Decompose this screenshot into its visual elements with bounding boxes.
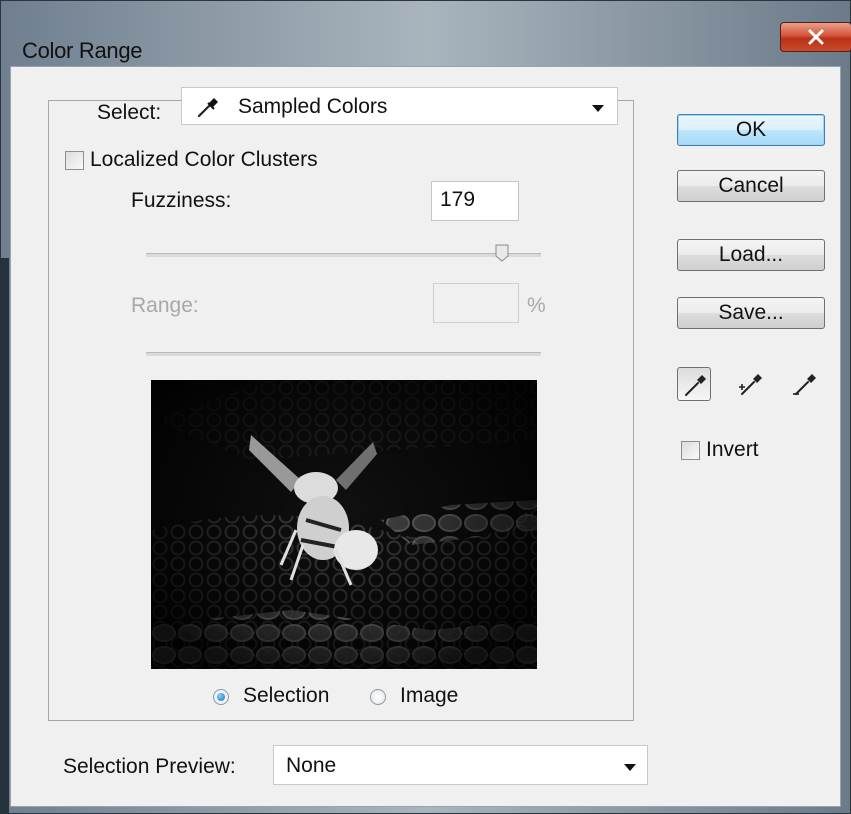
selection-radio-label: Selection <box>243 684 330 707</box>
selection-preview-label: Selection Preview: <box>63 755 236 778</box>
eyedropper-icon <box>685 375 706 396</box>
range-input[interactable] <box>433 283 519 323</box>
close-icon <box>808 29 824 45</box>
localized-clusters-label: Localized Color Clusters <box>90 148 318 171</box>
image-radio[interactable] <box>370 689 386 705</box>
cancel-button[interactable]: Cancel <box>677 170 825 202</box>
selection-preview-value: None <box>286 754 337 777</box>
selection-radio[interactable] <box>213 689 229 705</box>
window-title: Color Range <box>22 38 143 63</box>
invert-checkbox[interactable] <box>681 441 700 460</box>
eyedropper-icon <box>197 98 218 118</box>
chevron-down-icon <box>592 105 604 112</box>
dialog-body: Select: Sampled Colors Localized Color C… <box>10 66 841 807</box>
ok-button[interactable]: OK <box>677 114 825 146</box>
invert-label: Invert <box>706 438 759 461</box>
fuzziness-slider-thumb[interactable] <box>495 244 509 262</box>
range-slider-track[interactable] <box>146 352 541 356</box>
eyedropper-minus-tool[interactable] <box>787 367 821 401</box>
save-button[interactable]: Save... <box>677 297 825 329</box>
load-button[interactable]: Load... <box>677 239 825 271</box>
eyedropper-minus-icon <box>793 374 816 395</box>
select-label: Select: <box>93 101 166 125</box>
range-unit: % <box>527 294 546 317</box>
selection-preview-image <box>151 380 537 669</box>
localized-clusters-checkbox[interactable] <box>65 151 84 170</box>
title-bar[interactable]: Color Range <box>10 12 851 64</box>
fuzziness-label: Fuzziness: <box>131 189 232 212</box>
close-button[interactable] <box>780 22 851 52</box>
select-value: Sampled Colors <box>238 95 388 118</box>
eyedropper-tool[interactable] <box>677 367 711 401</box>
chevron-down-icon <box>624 764 636 771</box>
fuzziness-slider-track[interactable] <box>146 253 541 257</box>
image-radio-label: Image <box>400 684 459 707</box>
selection-preview-dropdown[interactable]: None <box>273 745 648 785</box>
eyedropper-plus-icon <box>739 374 762 395</box>
background-window <box>0 258 9 814</box>
select-dropdown[interactable]: Sampled Colors <box>181 87 618 125</box>
fuzziness-input[interactable]: 179 <box>431 181 519 221</box>
bee-preview-image <box>151 380 537 669</box>
range-label: Range: <box>131 294 199 317</box>
eyedropper-plus-tool[interactable] <box>733 367 767 401</box>
